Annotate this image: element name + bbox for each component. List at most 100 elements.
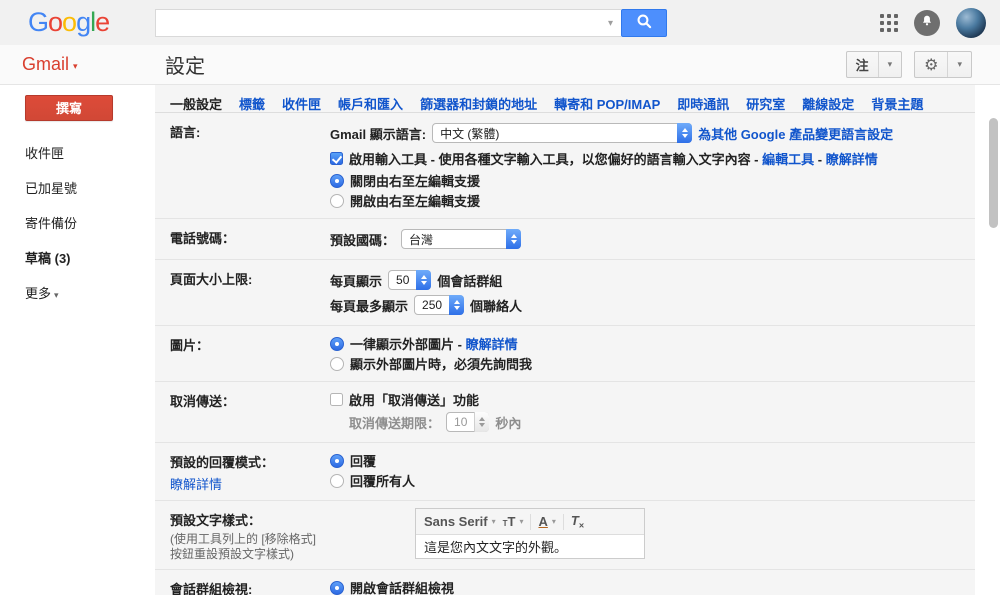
undo-period-label: 取消傳送期限： (349, 413, 440, 432)
search-options-arrow-icon[interactable]: ▾ (600, 18, 621, 29)
sidebar-item-drafts[interactable]: 草稿 (3) (0, 240, 155, 275)
country-code-select[interactable]: 台灣 (401, 229, 521, 249)
tab-offline[interactable]: 離線設定 (802, 94, 854, 112)
sidebar-item-more[interactable]: 更多▾ (0, 275, 155, 310)
select-stepper-icon (506, 229, 521, 249)
tab-accounts-import[interactable]: 帳戶和匯入 (338, 94, 403, 112)
undo-send-enable-label: 啟用「取消傳送」功能 (349, 390, 479, 409)
search-input[interactable] (156, 10, 600, 36)
setting-row-page-size: 頁面大小上限: 每頁顯示 50 個會話群組 每頁最多顯示 250 (155, 259, 975, 325)
text-color-icon: A (538, 514, 547, 529)
images-always-radio[interactable] (330, 337, 344, 351)
font-size-button[interactable]: TT▾ (503, 514, 524, 529)
search-icon (636, 13, 653, 33)
reply-radio[interactable] (330, 454, 344, 468)
row-control-column: 啟用「取消傳送」功能 取消傳送期限： 10 秒內 (330, 389, 975, 435)
tab-filters-blocked[interactable]: 篩選器和封鎖的地址 (420, 94, 537, 112)
gmail-menu-button[interactable]: Gmail ▾ (22, 54, 78, 75)
images-ask-radio[interactable] (330, 357, 344, 371)
rtl-on-label: 開啟由右至左編輯支援 (350, 191, 480, 210)
row-control-column: 開啟會話群組檢視 關閉會話群組檢視 (330, 577, 975, 595)
tab-inbox[interactable]: 收件匣 (282, 94, 321, 112)
conversations-per-page-prefix: 每頁顯示 (330, 271, 382, 290)
top-bar: Google ▾ (0, 0, 1000, 45)
change-language-link[interactable]: 為其他 Google 產品變更語言設定 (698, 124, 893, 143)
sidebar-item-label: 收件匣 (25, 146, 64, 161)
select-stepper-icon (677, 123, 692, 143)
profile-badge-button[interactable]: 注 ▾ (846, 51, 903, 78)
conversation-on-radio[interactable] (330, 581, 344, 595)
undo-period-value: 10 (447, 415, 474, 429)
row-label-column: 電話號碼： (170, 226, 330, 252)
display-language-select[interactable]: 中文 (繁體) (432, 123, 692, 143)
sidebar-item-sent[interactable]: 寄件備份 (0, 205, 155, 240)
sidebar: 撰寫 收件匣 已加星號 寄件備份 草稿 (3) 更多▾ (0, 85, 155, 595)
search-box: ▾ (155, 9, 621, 37)
chevron-down-icon: ▾ (492, 517, 496, 526)
edit-tools-link[interactable]: 編輯工具 (762, 152, 814, 167)
rtl-off-radio[interactable] (330, 174, 344, 188)
reply-option-label: 回覆 (350, 451, 376, 470)
compose-button[interactable]: 撰寫 (25, 95, 113, 121)
search-button[interactable] (621, 9, 667, 37)
settings-gear-button[interactable]: ⚙ ▾ (914, 51, 972, 78)
input-tools-learn-more-link[interactable]: 瞭解詳情 (826, 152, 878, 167)
logo-letter: G (28, 7, 48, 37)
toolbar-divider (563, 514, 564, 530)
apps-grid-icon[interactable] (880, 14, 898, 32)
tab-chat[interactable]: 即時通訊 (677, 94, 729, 112)
tab-themes[interactable]: 背景主題 (871, 94, 923, 112)
remove-formatting-button[interactable]: T× (571, 513, 584, 531)
input-tools-checkbox[interactable] (330, 152, 343, 165)
tab-labs[interactable]: 研究室 (746, 94, 785, 112)
font-family-button[interactable]: Sans Serif ▾ (424, 514, 496, 529)
sidebar-item-label: 更多 (25, 286, 51, 301)
google-logo[interactable]: Google (28, 7, 109, 38)
reply-all-radio[interactable] (330, 474, 344, 488)
rtl-on-radio[interactable] (330, 194, 344, 208)
conversations-per-page-suffix: 個會話群組 (437, 271, 502, 290)
app-bar: Gmail ▾ 設定 注 ▾ ⚙ ▾ (0, 45, 1000, 85)
chevron-down-icon: ▾ (519, 517, 523, 526)
sidebar-item-inbox[interactable]: 收件匣 (0, 135, 155, 170)
profile-badge-label: 注 (847, 52, 878, 77)
contacts-per-page-suffix: 個聯絡人 (470, 296, 522, 315)
images-label: 圖片： (170, 338, 209, 353)
default-reply-learn-more-link[interactable]: 瞭解詳情 (170, 474, 222, 493)
setting-row-undo-send: 取消傳送： 啟用「取消傳送」功能 取消傳送期限： 10 秒內 (155, 381, 975, 442)
sidebar-item-label: 寄件備份 (25, 216, 77, 231)
row-control-column: 回覆 回覆所有人 (330, 450, 975, 493)
input-tools-text: 啟用輸入工具 - 使用各種文字輸入工具，以您偏好的語言輸入文字內容 - 編輯工具… (349, 149, 878, 168)
font-size-icon: TT (503, 514, 516, 529)
sidebar-item-label: 已加星號 (25, 181, 77, 196)
conversations-per-page-value: 50 (389, 273, 416, 287)
text-style-preview: 這是您內文文字的外觀。 (416, 535, 644, 558)
input-tools-rest: - 使用各種文字輸入工具，以您偏好的語言輸入文字內容 - (427, 152, 762, 167)
notifications-button[interactable] (914, 10, 940, 36)
reply-all-option-label: 回覆所有人 (350, 471, 415, 490)
search-bar: ▾ (155, 9, 667, 37)
undo-send-checkbox[interactable] (330, 393, 343, 406)
appbar-actions: 注 ▾ ⚙ ▾ (846, 51, 972, 78)
chevron-down-icon[interactable]: ▾ (878, 52, 902, 77)
images-always-label: 一律顯示外部圖片 - 瞭解詳情 (350, 334, 518, 353)
contacts-per-page-select[interactable]: 250 (414, 295, 464, 315)
tab-labels[interactable]: 標籤 (239, 94, 265, 112)
text-color-button[interactable]: A▾ (538, 514, 555, 529)
scrollbar-thumb[interactable] (989, 118, 998, 228)
setting-row-conversation-view: 會話群組檢視: (設定是否要將相同主題的電子郵件串連成一個群組) 開啟會話群組檢… (155, 569, 975, 595)
conversations-per-page-select[interactable]: 50 (388, 270, 431, 290)
tab-forwarding-pop-imap[interactable]: 轉寄和 POP/IMAP (554, 94, 660, 112)
row-label-column: 頁面大小上限: (170, 267, 330, 318)
setting-row-images: 圖片： 一律顯示外部圖片 - 瞭解詳情 顯示外部圖片時，必須先詢問我 (155, 325, 975, 381)
display-language-label: Gmail 顯示語言: (330, 124, 426, 143)
remove-formatting-icon: T× (571, 513, 584, 531)
avatar[interactable] (956, 8, 986, 38)
conversation-view-label: 會話群組檢視: (170, 582, 252, 595)
images-learn-more-link[interactable]: 瞭解詳情 (466, 337, 518, 352)
sidebar-item-starred[interactable]: 已加星號 (0, 170, 155, 205)
row-control-column: 預設國碼： 台灣 (330, 226, 975, 252)
country-code-label: 預設國碼： (330, 230, 395, 249)
tab-general[interactable]: 一般設定 (170, 94, 222, 112)
select-stepper-icon (416, 270, 431, 290)
